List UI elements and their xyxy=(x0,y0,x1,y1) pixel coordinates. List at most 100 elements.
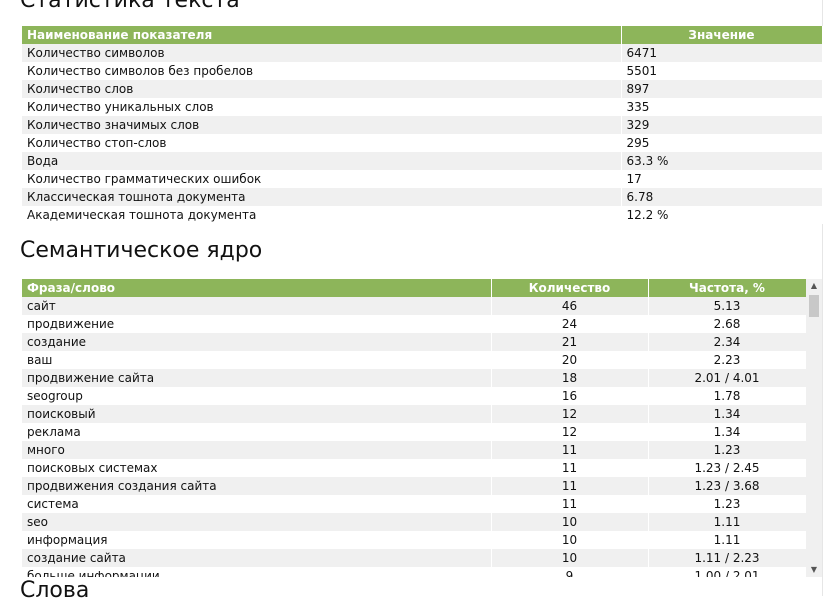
table-row: поисковый 12 1.34 xyxy=(22,405,807,423)
stat-name-cell: Количество символов xyxy=(22,44,622,62)
semantic-freq-cell: 1.34 xyxy=(648,405,807,423)
table-row: Вода 63.3 % xyxy=(22,152,823,170)
semantic-phrase-cell: продвижение сайта xyxy=(22,369,492,387)
semantic-freq-cell: 1.23 xyxy=(648,495,807,513)
stat-value-cell: 6.78 xyxy=(621,188,823,206)
stat-name-cell: Вода xyxy=(22,152,622,170)
semantic-phrase-cell: поисковых системах xyxy=(22,459,492,477)
page-scroll-rail[interactable] xyxy=(822,0,830,596)
table-row: создание 21 2.34 xyxy=(22,333,807,351)
semantic-count-cell: 18 xyxy=(491,369,649,387)
semantic-phrase-cell: информация xyxy=(22,531,492,549)
stats-heading: Статистика текста xyxy=(20,0,240,13)
semantic-freq-cell: 2.34 xyxy=(648,333,807,351)
semantic-count-cell: 46 xyxy=(491,297,649,315)
table-row: Количество символов без пробелов 5501 xyxy=(22,62,823,80)
semantic-freq-cell: 2.68 xyxy=(648,315,807,333)
semantic-col-count-header: Количество xyxy=(491,279,649,297)
semantic-freq-cell: 1.11 xyxy=(648,513,807,531)
semantic-heading: Семантическое ядро xyxy=(20,238,263,263)
semantic-table: Фраза/слово Количество Частота, % сайт 46… xyxy=(22,279,807,577)
semantic-phrase-cell: сайт xyxy=(22,297,492,315)
stat-name-cell: Количество грамматических ошибок xyxy=(22,170,622,188)
table-row: seo 10 1.11 xyxy=(22,513,807,531)
semantic-count-cell: 11 xyxy=(491,477,649,495)
stat-name-cell: Академическая тошнота документа xyxy=(22,206,622,224)
semantic-phrase-cell: seogroup xyxy=(22,387,492,405)
semantic-count-cell: 10 xyxy=(491,531,649,549)
table-row: Количество грамматических ошибок 17 xyxy=(22,170,823,188)
table-row: продвижение сайта 18 2.01 / 4.01 xyxy=(22,369,807,387)
table-row: сайт 46 5.13 xyxy=(22,297,807,315)
semantic-phrase-cell: много xyxy=(22,441,492,459)
semantic-phrase-cell: поисковый xyxy=(22,405,492,423)
stats-table: Наименование показателя Значение Количес… xyxy=(22,26,823,224)
semantic-col-phrase-header: Фраза/слово xyxy=(22,279,492,297)
semantic-freq-cell: 2.23 xyxy=(648,351,807,369)
table-row: создание сайта 10 1.11 / 2.23 xyxy=(22,549,807,567)
stat-value-cell: 17 xyxy=(621,170,823,188)
semantic-count-cell: 11 xyxy=(491,495,649,513)
semantic-count-cell: 16 xyxy=(491,387,649,405)
table-row: система 11 1.23 xyxy=(22,495,807,513)
semantic-phrase-cell: продвижения создания сайта xyxy=(22,477,492,495)
semantic-count-cell: 9 xyxy=(491,567,649,577)
stat-value-cell: 5501 xyxy=(621,62,823,80)
stat-name-cell: Количество значимых слов xyxy=(22,116,622,134)
semantic-count-cell: 12 xyxy=(491,423,649,441)
stat-value-cell: 6471 xyxy=(621,44,823,62)
semantic-phrase-cell: ваш xyxy=(22,351,492,369)
semantic-phrase-cell: seo xyxy=(22,513,492,531)
table-row: поисковых системах 11 1.23 / 2.45 xyxy=(22,459,807,477)
semantic-phrase-cell: система xyxy=(22,495,492,513)
table-row: реклама 12 1.34 xyxy=(22,423,807,441)
semantic-freq-cell: 1.11 / 2.23 xyxy=(648,549,807,567)
semantic-freq-cell: 1.78 xyxy=(648,387,807,405)
stat-value-cell: 12.2 % xyxy=(621,206,823,224)
stat-name-cell: Количество уникальных слов xyxy=(22,98,622,116)
table-row: больше информации 9 1.00 / 2.01 xyxy=(22,567,807,577)
table-row: много 11 1.23 xyxy=(22,441,807,459)
semantic-count-cell: 11 xyxy=(491,441,649,459)
semantic-scrollbar[interactable]: ▲ ▼ xyxy=(806,279,822,577)
semantic-count-cell: 10 xyxy=(491,513,649,531)
semantic-phrase-cell: создание xyxy=(22,333,492,351)
semantic-phrase-cell: продвижение xyxy=(22,315,492,333)
stat-name-cell: Классическая тошнота документа xyxy=(22,188,622,206)
stats-col-value-header: Значение xyxy=(621,26,823,44)
semantic-col-freq-header: Частота, % xyxy=(648,279,807,297)
stat-value-cell: 295 xyxy=(621,134,823,152)
triangle-up-icon[interactable]: ▲ xyxy=(806,279,822,293)
table-row: Количество символов 6471 xyxy=(22,44,823,62)
semantic-count-cell: 21 xyxy=(491,333,649,351)
semantic-scroll-area[interactable]: Фраза/слово Количество Частота, % сайт 46… xyxy=(22,279,822,577)
semantic-freq-cell: 1.34 xyxy=(648,423,807,441)
stat-value-cell: 63.3 % xyxy=(621,152,823,170)
table-row: seogroup 16 1.78 xyxy=(22,387,807,405)
semantic-phrase-cell: создание сайта xyxy=(22,549,492,567)
semantic-freq-cell: 1.23 / 3.68 xyxy=(648,477,807,495)
table-row: Академическая тошнота документа 12.2 % xyxy=(22,206,823,224)
table-row: информация 10 1.11 xyxy=(22,531,807,549)
semantic-phrase-cell: больше информации xyxy=(22,567,492,577)
semantic-freq-cell: 5.13 xyxy=(648,297,807,315)
stat-value-cell: 897 xyxy=(621,80,823,98)
table-row: Классическая тошнота документа 6.78 xyxy=(22,188,823,206)
table-row: Количество слов 897 xyxy=(22,80,823,98)
semantic-freq-cell: 1.00 / 2.01 xyxy=(648,567,807,577)
table-row: Количество стоп-слов 295 xyxy=(22,134,823,152)
semantic-phrase-cell: реклама xyxy=(22,423,492,441)
table-row: продвижения создания сайта 11 1.23 / 3.68 xyxy=(22,477,807,495)
stats-col-name-header: Наименование показателя xyxy=(22,26,622,44)
scrollbar-thumb[interactable] xyxy=(809,295,819,317)
semantic-count-cell: 20 xyxy=(491,351,649,369)
triangle-down-icon[interactable]: ▼ xyxy=(806,563,822,577)
semantic-count-cell: 10 xyxy=(491,549,649,567)
stat-name-cell: Количество стоп-слов xyxy=(22,134,622,152)
stat-value-cell: 335 xyxy=(621,98,823,116)
stat-name-cell: Количество символов без пробелов xyxy=(22,62,622,80)
semantic-count-cell: 11 xyxy=(491,459,649,477)
semantic-freq-cell: 1.23 / 2.45 xyxy=(648,459,807,477)
semantic-freq-cell: 1.23 xyxy=(648,441,807,459)
stat-value-cell: 329 xyxy=(621,116,823,134)
